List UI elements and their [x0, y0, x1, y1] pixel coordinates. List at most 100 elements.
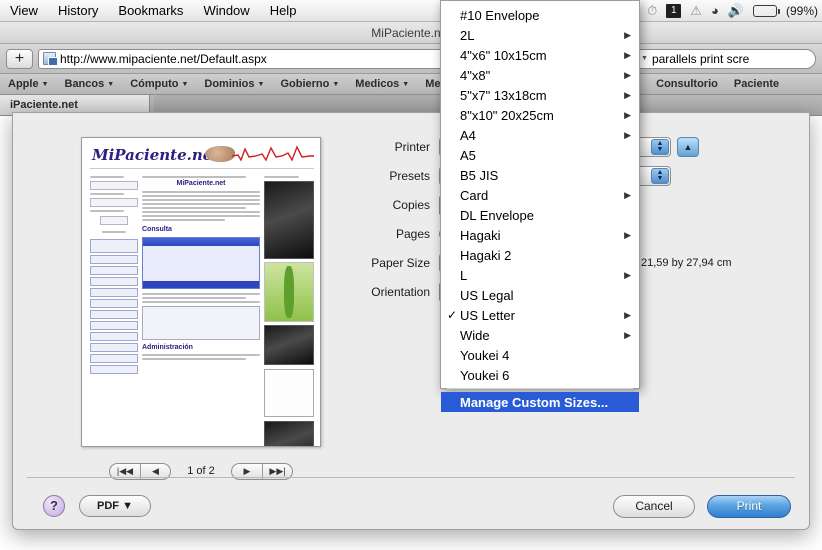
bookmark-computo[interactable]: Cómputo ▼ — [130, 78, 188, 90]
brain-icon — [205, 146, 235, 162]
stepper-icon[interactable]: ▲▼ — [651, 168, 669, 184]
printer-details-button[interactable]: ▲ — [677, 137, 699, 157]
chevron-down-icon: ▼ — [41, 80, 49, 88]
menu-item-l[interactable]: L ▶ — [441, 265, 639, 285]
preview-section-consulta: Consulta — [142, 226, 172, 233]
paper-size-label: Paper Size — [371, 256, 430, 270]
preview-ecg-icon — [232, 145, 314, 162]
submenu-arrow-icon: ▶ — [624, 309, 631, 320]
bookmark-paciente[interactable]: Paciente — [734, 78, 779, 90]
preview-mri-image — [264, 421, 314, 446]
chevron-down-icon: ▼ — [107, 80, 115, 88]
cancel-button[interactable]: Cancel — [613, 495, 695, 518]
wifi-icon[interactable]: ◕ — [711, 1, 719, 21]
preview-chart — [264, 369, 314, 417]
menu-view[interactable]: View — [0, 1, 48, 21]
menu-item-dl-envelope[interactable]: DL Envelope — [441, 205, 639, 225]
presets-label: Presets — [389, 169, 430, 183]
menu-help[interactable]: Help — [260, 1, 307, 21]
preview-mri-image — [264, 181, 314, 259]
submenu-arrow-icon: ▶ — [624, 129, 631, 140]
copies-label: Copies — [392, 198, 430, 212]
bookmark-dominios[interactable]: Dominios ▼ — [204, 78, 264, 90]
menu-item-hagaki-2[interactable]: Hagaki 2 — [441, 245, 639, 265]
bookmark-bancos[interactable]: Bancos ▼ — [65, 78, 115, 90]
menu-item-4x8[interactable]: 4"x8" ▶ — [441, 65, 639, 85]
print-button[interactable]: Print — [707, 495, 791, 518]
printer-label: Printer — [394, 140, 430, 154]
paper-size-dimensions: 21,59 by 27,94 cm — [641, 257, 732, 269]
menu-divider — [447, 388, 633, 389]
submenu-arrow-icon: ▶ — [624, 109, 631, 120]
pdf-button[interactable]: PDF ▼ — [79, 495, 151, 517]
submenu-arrow-icon: ▶ — [624, 69, 631, 80]
bookmark-medicos[interactable]: Medicos ▼ — [355, 78, 409, 90]
menu-item-youkei-4[interactable]: Youkei 4 — [441, 345, 639, 365]
chevron-down-icon[interactable]: ▼ — [641, 55, 648, 62]
preview-right-column — [264, 174, 314, 446]
submenu-arrow-icon: ▶ — [624, 49, 631, 60]
preview-section-admin: Administración — [142, 344, 193, 351]
menu-item-manage-custom-sizes[interactable]: Manage Custom Sizes... — [441, 392, 639, 412]
submenu-arrow-icon: ▶ — [624, 189, 631, 200]
menu-item-2l[interactable]: 2L ▶ — [441, 25, 639, 45]
menu-item-wide[interactable]: Wide ▶ — [441, 325, 639, 345]
chevron-down-icon: ▼ — [257, 80, 265, 88]
preview-anatomy-image — [264, 262, 314, 322]
alert-icon[interactable]: ⚠ — [690, 1, 702, 21]
bookmark-apple[interactable]: Apple ▼ — [8, 78, 49, 90]
battery-icon[interactable] — [752, 5, 780, 17]
submenu-arrow-icon: ▶ — [624, 229, 631, 240]
menu-item-us-letter[interactable]: ✓ US Letter ▶ — [441, 305, 639, 325]
menu-item-10-envelope[interactable]: #10 Envelope — [441, 5, 639, 25]
stepper-icon[interactable]: ▲▼ — [651, 139, 669, 155]
window-title: MiPaciente.net — [371, 25, 451, 40]
preview-pager: |◀◀ ◀ 1 of 2 ▶ ▶▶| — [109, 461, 293, 481]
help-button[interactable]: ? — [43, 495, 65, 517]
preview-doc-title: MiPaciente.net — [176, 180, 226, 187]
menu-bookmarks[interactable]: Bookmarks — [108, 1, 193, 21]
chevron-down-icon: ▼ — [332, 80, 340, 88]
battery-percent: (99%) — [785, 4, 818, 18]
search-input[interactable]: ▼ parallels print scre — [620, 48, 816, 69]
menu-item-4x6[interactable]: 4"x6" 10x15cm ▶ — [441, 45, 639, 65]
preview-table — [142, 306, 260, 340]
bookmark-consultorio[interactable]: Consultorio — [656, 78, 718, 90]
submenu-arrow-icon: ▶ — [624, 329, 631, 340]
menu-item-card[interactable]: Card ▶ — [441, 185, 639, 205]
pages-label: Pages — [395, 227, 430, 241]
sheet-divider — [27, 477, 795, 478]
menu-item-a5[interactable]: A5 — [441, 145, 639, 165]
preview-divider — [90, 168, 314, 169]
menu-item-hagaki[interactable]: Hagaki ▶ — [441, 225, 639, 245]
submenu-arrow-icon: ▶ — [624, 29, 631, 40]
input-source-icon[interactable]: 1 — [666, 4, 682, 18]
chevron-down-icon: ▼ — [181, 80, 189, 88]
time-machine-icon[interactable]: ⏱ — [647, 1, 657, 21]
macos-menu-bar: View History Bookmarks Window Help ▲ ⚭ ⏱… — [0, 0, 822, 22]
submenu-arrow-icon: ▶ — [624, 269, 631, 280]
menu-item-us-legal[interactable]: US Legal — [441, 285, 639, 305]
new-tab-button[interactable]: + — [6, 48, 33, 69]
screen: aciente aci MiPaciente SO e: Ú o > tra V… — [0, 0, 822, 550]
menu-item-8x10[interactable]: 8"x10" 20x25cm ▶ — [441, 105, 639, 125]
print-dialog: MiPaciente.net MiPaciente.net Consulta A… — [12, 112, 810, 530]
chevron-down-icon: ▼ — [402, 80, 410, 88]
menu-history[interactable]: History — [48, 1, 108, 21]
menu-item-youkei-6[interactable]: Youkei 6 — [441, 365, 639, 385]
menu-item-5x7[interactable]: 5"x7" 13x18cm ▶ — [441, 85, 639, 105]
browser-toolbar: + http://www.mipaciente.net/Default.aspx… — [0, 44, 822, 74]
orientation-label: Orientation — [371, 285, 430, 299]
preview-left-column — [90, 174, 138, 442]
preview-logo: MiPaciente.net — [92, 146, 220, 164]
menu-item-b5-jis[interactable]: B5 JIS — [441, 165, 639, 185]
checkmark-icon: ✓ — [447, 308, 458, 322]
menu-window[interactable]: Window — [193, 1, 259, 21]
preview-screenshot — [142, 237, 260, 289]
page-favicon — [43, 52, 58, 66]
volume-icon[interactable]: 🔊 — [728, 1, 744, 21]
bookmark-gobierno[interactable]: Gobierno ▼ — [280, 78, 339, 90]
search-input-value: parallels print scre — [651, 51, 750, 66]
preview-mri-image — [264, 325, 314, 365]
menu-item-a4[interactable]: A4 ▶ — [441, 125, 639, 145]
